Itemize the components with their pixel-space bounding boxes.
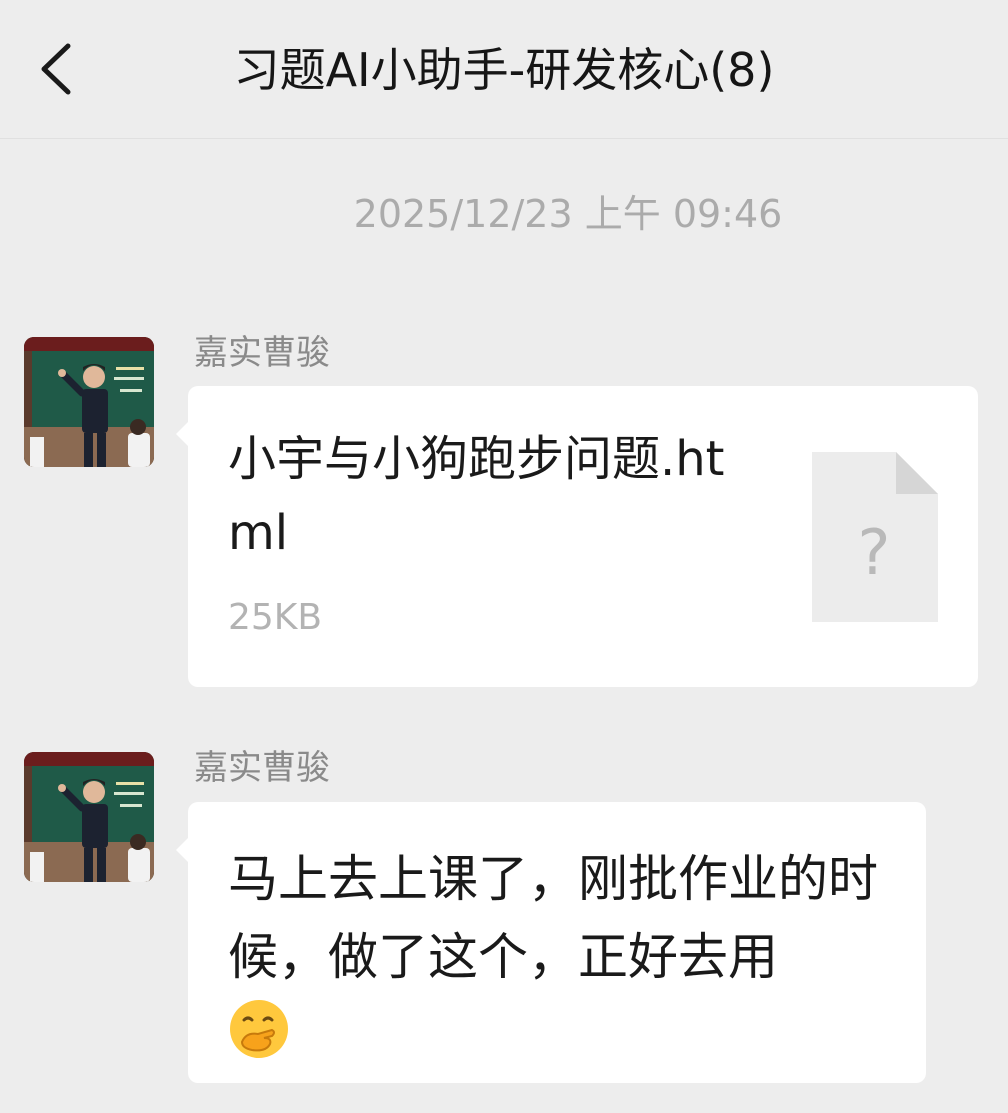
unknown-file-icon: ? [812, 452, 938, 622]
chat-title: 习题AI小助手-研发核心(8) [233, 43, 775, 97]
file-icon-glyph: ? [858, 516, 891, 589]
back-button[interactable] [30, 38, 90, 100]
sender-name: 嘉实曹骏 [194, 748, 330, 788]
chat-header: 习题AI小助手-研发核心(8) [0, 0, 1008, 139]
file-name: 小宇与小狗跑步问题.html [228, 431, 725, 561]
file-message-bubble[interactable]: 小宇与小狗跑步问题.html 25KB ? [176, 386, 978, 687]
face-with-hand-over-mouth-emoji [230, 1000, 288, 1058]
avatar-photo [24, 337, 154, 467]
chevron-left-icon [41, 43, 71, 95]
avatar[interactable] [24, 752, 154, 882]
message-timestamp: 2025/12/23 上午 09:46 [353, 192, 783, 236]
message-text: 马上去上课了，刚批作业的时候，做了这个，正好去用 [228, 850, 878, 986]
avatar[interactable] [24, 337, 154, 467]
sender-name: 嘉实曹骏 [194, 333, 330, 373]
file-size: 25KB [228, 597, 323, 638]
avatar-photo [24, 752, 154, 882]
text-message-bubble[interactable]: 马上去上课了，刚批作业的时候，做了这个，正好去用 [176, 802, 926, 1083]
